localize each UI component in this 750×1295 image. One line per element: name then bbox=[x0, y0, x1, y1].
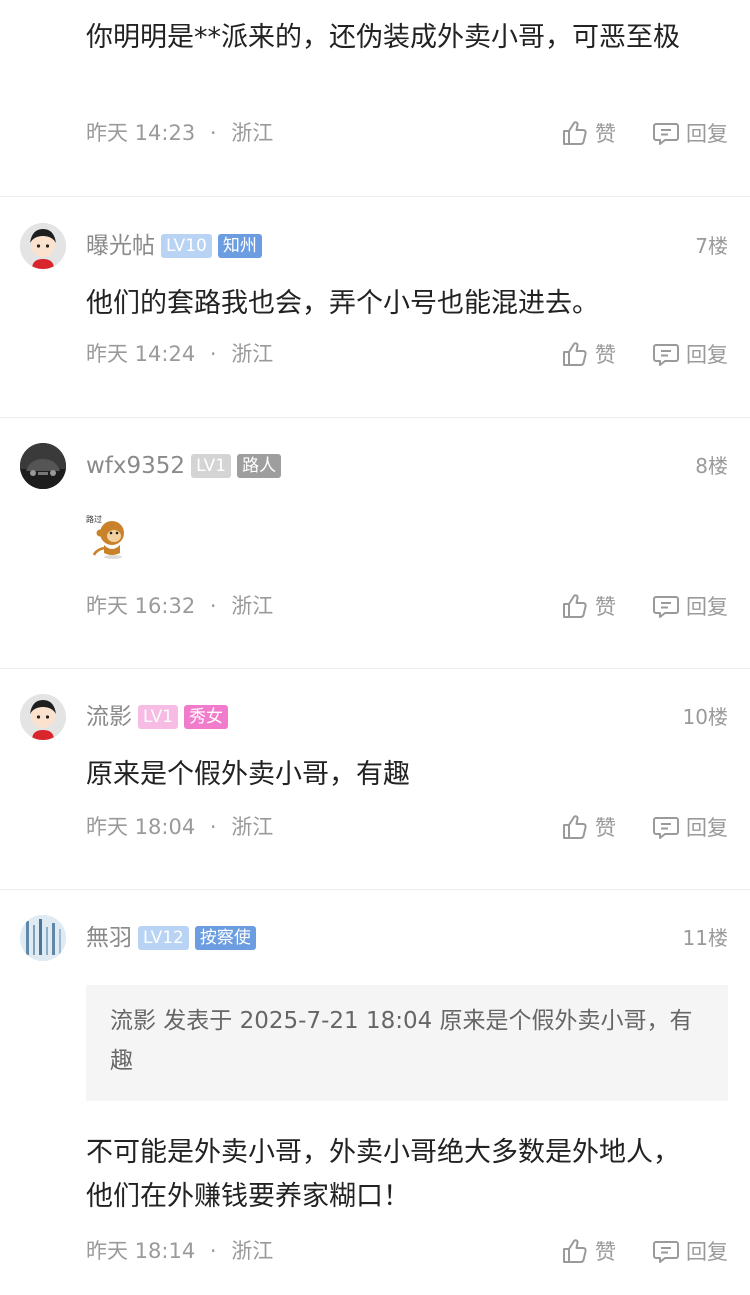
username[interactable]: wfx9352 bbox=[86, 451, 185, 481]
reply-button[interactable]: 回复 bbox=[652, 118, 728, 148]
avatar[interactable] bbox=[20, 223, 66, 269]
reply-bubble-icon bbox=[652, 813, 680, 841]
comment-author: 曝光帖 LV10 知州 bbox=[86, 231, 262, 261]
floor-number: 10楼 bbox=[682, 705, 728, 729]
reply-label: 回复 bbox=[686, 343, 728, 367]
comment-actions: 赞 回复 bbox=[561, 812, 728, 842]
comment-content: 你明明是**派来的，还伪装成外卖小哥，可恶至极 bbox=[86, 22, 680, 53]
comment-item: 曝光帖 LV10 知州 7楼 他们的套路我也会，弄个小号也能混进去。 昨天 14… bbox=[0, 197, 750, 417]
comment-author: wfx9352 LV1 路人 bbox=[86, 451, 282, 481]
comment-time: 昨天 18:14 bbox=[86, 1239, 196, 1263]
avatar[interactable] bbox=[20, 443, 66, 489]
comment-meta: 昨天 14:23 · 浙江 bbox=[86, 118, 273, 148]
avatar-abstract-image bbox=[20, 915, 66, 961]
comment-location: 浙江 bbox=[231, 815, 274, 839]
monkey-sticker-image: 路过 bbox=[86, 513, 134, 561]
like-button[interactable]: 赞 bbox=[561, 118, 616, 148]
quoted-comment: 流影 发表于 2025-7-21 18:04 原来是个假外卖小哥，有趣 bbox=[86, 985, 728, 1101]
comment-meta: 昨天 18:04 · 浙江 bbox=[86, 812, 273, 842]
comment-location: 浙江 bbox=[231, 342, 274, 366]
comment-location: 浙江 bbox=[231, 594, 274, 618]
comment-time: 昨天 14:23 bbox=[86, 121, 196, 145]
comment-actions: 赞 回复 bbox=[561, 591, 728, 621]
meta-separator: · bbox=[209, 121, 217, 145]
username[interactable]: 流影 bbox=[86, 702, 132, 732]
meta-separator: · bbox=[209, 342, 217, 366]
reply-button[interactable]: 回复 bbox=[652, 339, 728, 369]
reply-button[interactable]: 回复 bbox=[652, 1236, 728, 1266]
rank-badge: 按察使 bbox=[194, 926, 256, 950]
reply-button[interactable]: 回复 bbox=[652, 591, 728, 621]
reply-label: 回复 bbox=[686, 122, 728, 146]
avatar-car-photo bbox=[20, 443, 66, 489]
thumbs-up-icon bbox=[561, 592, 589, 620]
comment-item: 無羽 LV12 按察使 11楼 流影 发表于 2025-7-21 18:04 原… bbox=[0, 890, 750, 1295]
comment-meta: 昨天 14:24 · 浙江 bbox=[86, 339, 273, 369]
reply-label: 回复 bbox=[686, 595, 728, 619]
comment-location: 浙江 bbox=[231, 1239, 274, 1263]
meta-separator: · bbox=[209, 594, 217, 618]
meta-separator: · bbox=[209, 815, 217, 839]
reply-bubble-icon bbox=[652, 1237, 680, 1265]
thumbs-up-icon bbox=[561, 1237, 589, 1265]
like-label: 赞 bbox=[595, 122, 616, 146]
level-badge: LV1 bbox=[191, 454, 232, 478]
thumbs-up-icon bbox=[561, 340, 589, 368]
floor-number: 8楼 bbox=[695, 454, 728, 478]
like-label: 赞 bbox=[595, 595, 616, 619]
comment-item: wfx9352 LV1 路人 8楼 路过 昨天 16:32 · 浙江 赞 回复 bbox=[0, 418, 750, 668]
like-button[interactable]: 赞 bbox=[561, 339, 616, 369]
comment-meta: 昨天 18:14 · 浙江 bbox=[86, 1236, 273, 1266]
reply-label: 回复 bbox=[686, 816, 728, 840]
level-badge: LV10 bbox=[161, 234, 212, 258]
reply-bubble-icon bbox=[652, 340, 680, 368]
username[interactable]: 無羽 bbox=[86, 923, 132, 953]
avatar[interactable] bbox=[20, 694, 66, 740]
comment-location: 浙江 bbox=[231, 121, 274, 145]
reply-bubble-icon bbox=[652, 119, 680, 147]
comment-actions: 赞 回复 bbox=[561, 1236, 728, 1266]
comment-time: 昨天 16:32 bbox=[86, 594, 196, 618]
avatar[interactable] bbox=[20, 915, 66, 961]
reply-bubble-icon bbox=[652, 592, 680, 620]
avatar-cartoon-image bbox=[20, 223, 66, 269]
username[interactable]: 曝光帖 bbox=[86, 231, 155, 261]
comment-content: 原来是个假外卖小哥，有趣 bbox=[86, 759, 410, 790]
comment-actions: 赞 回复 bbox=[561, 118, 728, 148]
comment-author: 無羽 LV12 按察使 bbox=[86, 923, 256, 953]
like-label: 赞 bbox=[595, 816, 616, 840]
floor-number: 7楼 bbox=[695, 234, 728, 258]
meta-separator: · bbox=[209, 1239, 217, 1263]
like-label: 赞 bbox=[595, 1240, 616, 1264]
rank-badge: 知州 bbox=[217, 234, 262, 258]
level-badge: LV12 bbox=[138, 926, 189, 950]
reply-button[interactable]: 回复 bbox=[652, 812, 728, 842]
like-button[interactable]: 赞 bbox=[561, 1236, 616, 1266]
like-label: 赞 bbox=[595, 343, 616, 367]
reply-label: 回复 bbox=[686, 1240, 728, 1264]
comment-content: 不可能是外卖小哥，外卖小哥绝大多数是外地人，他们在外赚钱要养家糊口！ bbox=[86, 1137, 680, 1212]
sticker-caption: 路过 bbox=[86, 515, 102, 524]
floor-number: 11楼 bbox=[682, 926, 728, 950]
comment-item: 流影 LV1 秀女 10楼 原来是个假外卖小哥，有趣 昨天 18:04 · 浙江… bbox=[0, 669, 750, 889]
comment-content: 他们的套路我也会，弄个小号也能混进去。 bbox=[86, 288, 599, 319]
like-button[interactable]: 赞 bbox=[561, 812, 616, 842]
rank-badge: 路人 bbox=[237, 454, 282, 478]
comment-author: 流影 LV1 秀女 bbox=[86, 702, 229, 732]
comment-time: 昨天 18:04 bbox=[86, 815, 196, 839]
rank-badge: 秀女 bbox=[184, 705, 229, 729]
comment-actions: 赞 回复 bbox=[561, 339, 728, 369]
comment-meta: 昨天 16:32 · 浙江 bbox=[86, 591, 273, 621]
thumbs-up-icon bbox=[561, 813, 589, 841]
thumbs-up-icon bbox=[561, 119, 589, 147]
avatar-cartoon-image bbox=[20, 694, 66, 740]
like-button[interactable]: 赞 bbox=[561, 591, 616, 621]
level-badge: LV1 bbox=[138, 705, 179, 729]
comment-time: 昨天 14:24 bbox=[86, 342, 196, 366]
comment-item: 你明明是**派来的，还伪装成外卖小哥，可恶至极 昨天 14:23 · 浙江 赞 … bbox=[0, 0, 750, 196]
